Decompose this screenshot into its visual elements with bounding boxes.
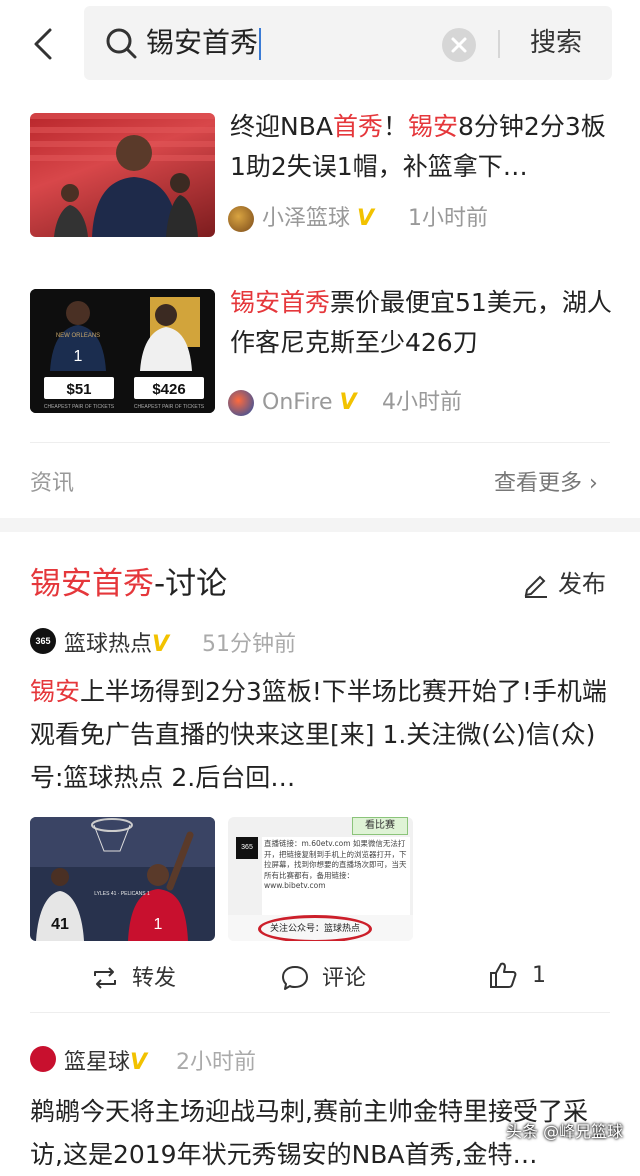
post-image[interactable]: 41 1 LYLES 41 · PELICANS 1: [30, 817, 215, 941]
highlight-circle: 关注公众号：篮球热点: [258, 915, 372, 941]
thumbs-up-icon: [490, 962, 517, 988]
discussion-title: 锡安首秀-讨论: [30, 566, 228, 602]
search-icon: [106, 28, 137, 59]
price-caption: CHEAPEST PAIR OF TICKETS: [134, 404, 205, 410]
pencil-icon: [524, 575, 547, 598]
chat-tag: 看比赛: [352, 817, 408, 835]
news-thumbnail[interactable]: 1 NEW ORLEANS $51 $426 CHEAPEST PAIR OF …: [30, 289, 215, 413]
news-time: 1小时前: [408, 206, 488, 231]
search-button[interactable]: 搜索: [514, 18, 598, 68]
chat-bubble-text: 直播链接：m.60etv.com 如果微信无法打开，把链接复制到手机上的浏览器打…: [262, 837, 410, 915]
post-time: 51分钟前: [202, 632, 296, 657]
comment-button[interactable]: 评论: [280, 960, 366, 993]
divider: [498, 30, 500, 58]
user-avatar[interactable]: 365: [30, 628, 56, 654]
verified-badge-icon: V: [130, 1050, 148, 1075]
comment-icon: [282, 966, 308, 990]
price-label: $51: [66, 381, 91, 398]
repost-button[interactable]: 转发: [90, 960, 176, 993]
username[interactable]: 篮星球V: [64, 1044, 147, 1076]
source-avatar: [228, 206, 254, 232]
clear-icon[interactable]: [442, 28, 476, 62]
divider: [30, 1012, 610, 1013]
text-caret: [259, 28, 262, 60]
news-title[interactable]: 锡安首秀票价最便宜51美元，湖人作客尼克斯至少426刀: [230, 283, 614, 363]
news-source[interactable]: 小泽篮球 V: [262, 204, 374, 234]
post-image[interactable]: 看比赛 365 直播链接：m.60etv.com 如果微信无法打开，把链接复制到…: [228, 817, 413, 941]
price-label: $426: [152, 381, 185, 398]
svg-text:1: 1: [154, 916, 163, 933]
svg-text:41: 41: [51, 916, 69, 933]
news-thumbnail[interactable]: [30, 113, 215, 237]
section-label: 资讯: [30, 471, 75, 496]
view-more-link[interactable]: 查看更多 ›: [494, 465, 598, 497]
verified-badge-icon: V: [152, 632, 170, 657]
section-separator: [0, 518, 640, 532]
price-caption: CHEAPEST PAIR OF TICKETS: [44, 404, 115, 410]
verified-badge-icon: V: [357, 206, 375, 231]
user-avatar[interactable]: [30, 1046, 56, 1072]
like-button[interactable]: 1: [488, 960, 546, 990]
search-input[interactable]: 锡安首秀: [146, 20, 262, 66]
svg-text:1: 1: [74, 348, 83, 365]
divider: [30, 442, 610, 443]
post-text[interactable]: 锡安上半场得到2分3篮板!下半场比赛开始了!手机端观看免广告直播的快来这里[来]…: [30, 670, 614, 799]
jersey-text: LYLES 41 · PELICANS 1: [94, 891, 150, 897]
news-time: 4小时前: [382, 390, 462, 415]
publish-button[interactable]: 发布: [522, 564, 606, 599]
news-title[interactable]: 终迎NBA首秀！锡安8分钟2分3板1助2失误1帽，补篮拿下…: [230, 107, 614, 187]
jersey-text: NEW ORLEANS: [56, 333, 100, 339]
back-arrow-icon[interactable]: [24, 24, 64, 64]
watermark: 头条 @峰兄篮球: [506, 1122, 624, 1141]
post-time: 2小时前: [176, 1050, 256, 1075]
news-source[interactable]: OnFire V: [262, 388, 357, 418]
verified-badge-icon: V: [339, 390, 357, 415]
username[interactable]: 篮球热点V: [64, 626, 169, 658]
repost-icon: [94, 967, 116, 989]
source-avatar: [228, 390, 254, 416]
chat-avatar: 365: [236, 837, 258, 859]
